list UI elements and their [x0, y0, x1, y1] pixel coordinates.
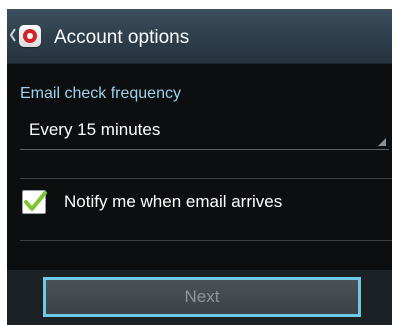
divider	[20, 240, 392, 241]
notify-checkbox[interactable]	[22, 190, 47, 214]
action-bar: Account options	[7, 9, 392, 64]
spinner-corner-icon	[378, 138, 386, 146]
notify-new-email-row[interactable]: Notify me when email arrives	[7, 179, 392, 229]
email-check-frequency-label: Email check frequency	[20, 85, 181, 102]
email-check-frequency-spinner[interactable]: Every 15 minutes	[20, 113, 389, 150]
bottom-bar: Next	[7, 270, 392, 325]
email-app-icon[interactable]	[19, 25, 41, 47]
notify-label: Notify me when email arrives	[64, 192, 283, 211]
settings-list: Email check frequency Every 15 minutes N…	[7, 64, 392, 270]
page-title: Account options	[54, 27, 190, 48]
checkmark-icon	[24, 191, 47, 211]
chevron-left-icon[interactable]	[9, 27, 17, 43]
spinner-selected-value: Every 15 minutes	[29, 120, 161, 139]
next-button[interactable]: Next	[43, 277, 361, 317]
screen: Account options Email check frequency Ev…	[7, 9, 392, 325]
